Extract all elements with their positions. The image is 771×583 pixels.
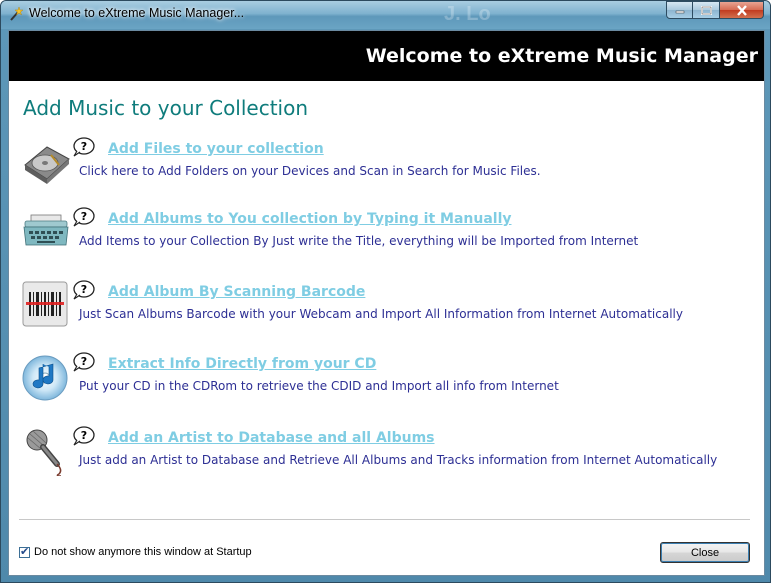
- add-albums-manually-description: Add Items to your Collection By Just wri…: [79, 234, 639, 248]
- startup-checkbox[interactable]: ✔: [19, 544, 30, 558]
- footer-divider: [19, 519, 750, 521]
- extract-cd-description: Put your CD in the CDRom to retrieve the…: [79, 379, 559, 393]
- svg-text:?: ?: [81, 355, 87, 368]
- maximize-icon: [700, 5, 712, 15]
- header-banner: Welcome to eXtreme Music Manager: [9, 31, 764, 81]
- help-bubble-icon[interactable]: ?: [71, 426, 95, 446]
- startup-checkbox-row[interactable]: ✔ Do not show anymore this window at Sta…: [19, 544, 252, 558]
- close-button[interactable]: Close: [660, 542, 750, 563]
- add-files-link[interactable]: Add Files to your collection: [108, 141, 324, 157]
- hard-drive-icon: [24, 146, 70, 184]
- banner-title: Welcome to eXtreme Music Manager: [365, 45, 758, 67]
- help-bubble-icon[interactable]: ?: [71, 137, 95, 157]
- window-close-button[interactable]: [720, 1, 764, 19]
- scan-barcode-link[interactable]: Add Album By Scanning Barcode: [108, 284, 365, 300]
- help-bubble-icon[interactable]: ?: [71, 207, 95, 227]
- minimize-icon: [675, 10, 684, 14]
- window-title: Welcome to eXtreme Music Manager...: [29, 6, 245, 20]
- add-artist-description: Just add an Artist to Database and Retri…: [79, 453, 718, 467]
- scan-barcode-description: Just Scan Albums Barcode with your Webca…: [79, 307, 683, 321]
- add-albums-manually-link[interactable]: Add Albums to You collection by Typing i…: [108, 211, 512, 227]
- barcode-scanner-icon: [22, 281, 68, 327]
- add-files-description: Click here to Add Folders on your Device…: [79, 164, 541, 178]
- minimize-button[interactable]: [666, 1, 693, 19]
- maximize-button[interactable]: [693, 1, 720, 19]
- startup-checkbox-label[interactable]: Do not show anymore this window at Start…: [34, 546, 252, 558]
- svg-text:?: ?: [81, 210, 87, 223]
- add-artist-link[interactable]: Add an Artist to Database and all Albums: [108, 430, 435, 446]
- cd-music-icon: [22, 355, 68, 401]
- help-bubble-icon[interactable]: ?: [71, 280, 95, 300]
- option-add-artist: ? Add an Artist to Database and all Albu…: [21, 426, 741, 486]
- extract-cd-link[interactable]: Extract Info Directly from your CD: [108, 356, 376, 372]
- help-bubble-icon[interactable]: ?: [71, 352, 95, 372]
- svg-text:?: ?: [81, 283, 87, 296]
- dialog-content: Welcome to eXtreme Music Manager Add Mus…: [8, 30, 765, 576]
- typewriter-icon: [23, 214, 69, 246]
- close-icon: [736, 4, 747, 16]
- dialog-window: Welcome to eXtreme Music Manager... J. L…: [0, 0, 771, 583]
- svg-text:?: ?: [81, 140, 87, 153]
- title-bar[interactable]: Welcome to eXtreme Music Manager... J. L…: [1, 1, 770, 29]
- option-add-files: ? Add Files to your collection Click her…: [21, 137, 741, 197]
- page-title: Add Music to your Collection: [23, 96, 309, 120]
- background-ghost-text: J. Lo: [444, 3, 491, 25]
- option-scan-barcode: ? Add Album By Scanning Barcode Just Sca…: [21, 280, 741, 340]
- option-add-albums-manually: ? Add Albums to You collection by Typing…: [21, 207, 741, 267]
- checkmark-icon: ✔: [20, 544, 30, 558]
- svg-text:?: ?: [81, 429, 87, 442]
- microphone-icon: [26, 429, 62, 476]
- magic-wand-icon: [10, 6, 24, 21]
- option-extract-cd: ? Extract Info Directly from your CD Put…: [21, 352, 741, 412]
